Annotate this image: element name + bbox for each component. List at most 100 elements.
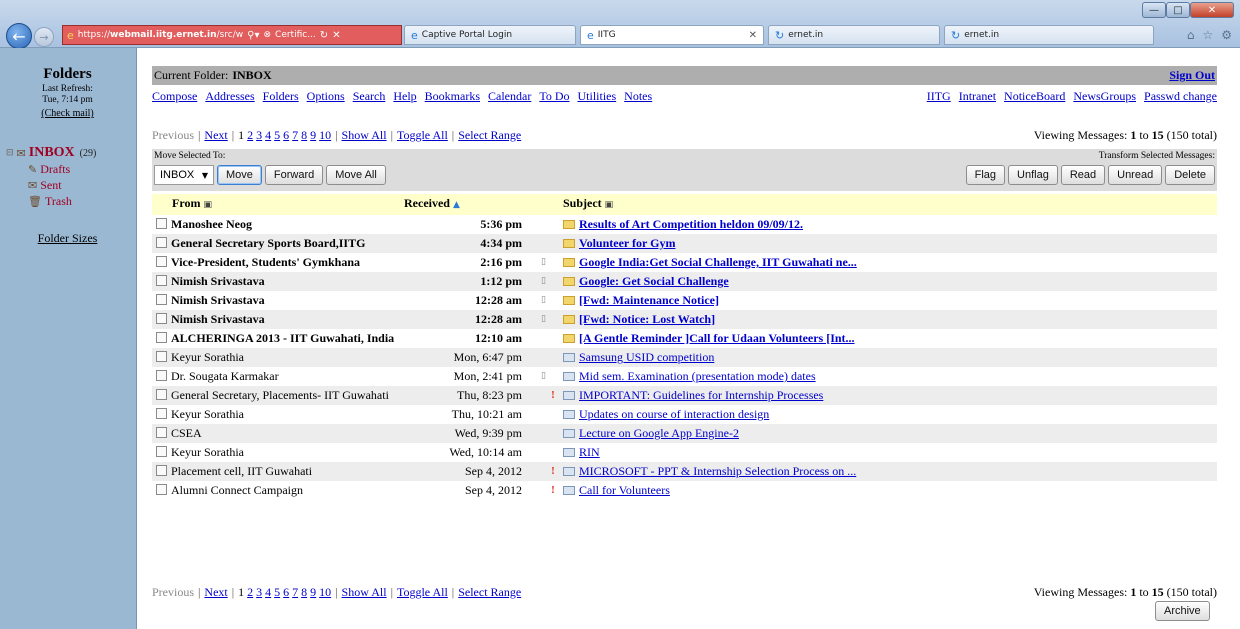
- page-link[interactable]: 2: [247, 128, 253, 143]
- select-checkbox[interactable]: [156, 294, 167, 305]
- page-link[interactable]: 8: [301, 128, 307, 143]
- select-checkbox[interactable]: [156, 351, 167, 362]
- subject-link[interactable]: [Fwd: Maintenance Notice]: [579, 293, 719, 307]
- select-checkbox[interactable]: [156, 218, 167, 229]
- column-received[interactable]: Received ▲: [404, 194, 524, 215]
- table-row[interactable]: Alumni Connect Campaign Sep 4, 2012! Call …: [152, 481, 1217, 500]
- move-all-button[interactable]: Move All: [326, 165, 386, 185]
- next-link[interactable]: Next: [204, 128, 227, 143]
- subject-link[interactable]: RIN: [579, 445, 600, 459]
- select-checkbox[interactable]: [156, 332, 167, 343]
- star-icon[interactable]: ☆: [1202, 28, 1213, 42]
- show-all-link[interactable]: Show All: [342, 128, 387, 143]
- page-link[interactable]: 4: [265, 128, 271, 143]
- maximize-icon[interactable]: □: [1166, 2, 1190, 18]
- page-link[interactable]: 5: [274, 585, 280, 600]
- close-tab-icon[interactable]: ✕: [749, 30, 757, 41]
- unread-button[interactable]: Unread: [1108, 165, 1163, 185]
- folder-inbox[interactable]: ⊟ ✉ INBOX (29): [6, 145, 96, 161]
- menu-notes[interactable]: Notes: [624, 89, 652, 107]
- certificate-error-icon[interactable]: ⊗: [263, 30, 271, 40]
- refresh-icon[interactable]: ↻: [320, 30, 328, 41]
- table-row[interactable]: Keyur Sorathia Mon, 6:47 pm Samsung USID c…: [152, 348, 1217, 367]
- subject-link[interactable]: [A Gentle Reminder ]Call for Udaan Volun…: [579, 331, 855, 345]
- home-icon[interactable]: ⌂: [1187, 28, 1195, 42]
- subject-link[interactable]: Google India:Get Social Challenge, IIT G…: [579, 255, 857, 269]
- sort-icon[interactable]: ▣: [203, 200, 212, 210]
- forward-arrow-icon[interactable]: →: [34, 27, 54, 47]
- back-arrow-icon[interactable]: ←: [6, 23, 32, 49]
- address-bar[interactable]: e https://webmail.iitg.ernet.in/src/w ⚲▾…: [62, 25, 402, 45]
- select-checkbox[interactable]: [156, 370, 167, 381]
- menu-todo[interactable]: To Do: [539, 89, 569, 107]
- move-button[interactable]: Move: [217, 165, 262, 185]
- table-row[interactable]: General Secretary, Placements- IIT Guwah…: [152, 386, 1217, 405]
- column-from[interactable]: From ▣: [152, 194, 404, 215]
- subject-link[interactable]: Updates on course of interaction design: [579, 407, 769, 421]
- menu-utilities[interactable]: Utilities: [578, 89, 617, 107]
- search-icon[interactable]: ⚲▾: [247, 30, 259, 41]
- table-row[interactable]: Nimish Srivastava 12:28 am ▯ [Fwd: Maintena…: [152, 291, 1217, 310]
- select-checkbox[interactable]: [156, 427, 167, 438]
- table-row[interactable]: Keyur Sorathia Wed, 10:14 am RIN: [152, 443, 1217, 462]
- link-noticeboard[interactable]: NoticeBoard: [1004, 89, 1065, 107]
- table-row[interactable]: ALCHERINGA 2013 - IIT Guwahati, India 12:…: [152, 329, 1217, 348]
- close-icon[interactable]: ✕: [1190, 2, 1234, 18]
- menu-options[interactable]: Options: [307, 89, 345, 107]
- subject-link[interactable]: MICROSOFT - PPT & Internship Selection P…: [579, 464, 856, 478]
- table-row[interactable]: General Secretary Sports Board,IITG 4:34 …: [152, 234, 1217, 253]
- link-passwd-change[interactable]: Passwd change: [1144, 89, 1217, 107]
- menu-bookmarks[interactable]: Bookmarks: [425, 89, 480, 107]
- page-link[interactable]: 6: [283, 585, 289, 600]
- archive-button[interactable]: Archive: [1155, 601, 1210, 621]
- page-link[interactable]: 10: [319, 585, 331, 600]
- link-newsgroups[interactable]: NewsGroups: [1073, 89, 1136, 107]
- check-mail-link[interactable]: (Check mail): [0, 108, 135, 119]
- gear-icon[interactable]: ⚙: [1221, 28, 1232, 42]
- flag-button[interactable]: Flag: [965, 165, 1006, 185]
- tab-ernet-1[interactable]: ↻ ernet.in: [768, 25, 940, 45]
- page-link[interactable]: 2: [247, 585, 253, 600]
- menu-addresses[interactable]: Addresses: [205, 89, 254, 107]
- page-link[interactable]: 3: [256, 128, 262, 143]
- select-checkbox[interactable]: [156, 465, 167, 476]
- subject-link[interactable]: Samsung USID competition: [579, 350, 714, 364]
- subject-link[interactable]: [Fwd: Notice: Lost Watch]: [579, 312, 715, 326]
- forward-button[interactable]: Forward: [264, 165, 324, 185]
- folder-sent[interactable]: ✉ Sent: [6, 177, 96, 193]
- tab-iitg[interactable]: e IITG ✕: [580, 25, 764, 45]
- tab-captive-portal[interactable]: e Captive Portal Login: [404, 25, 576, 45]
- folder-sizes-link[interactable]: Folder Sizes: [0, 231, 135, 246]
- collapse-icon[interactable]: ⊟: [6, 148, 14, 158]
- select-checkbox[interactable]: [156, 484, 167, 495]
- page-link[interactable]: 3: [256, 585, 262, 600]
- folder-drafts[interactable]: ✎ Drafts: [6, 161, 96, 177]
- toggle-all-link[interactable]: Toggle All: [397, 128, 448, 143]
- minimize-icon[interactable]: —: [1142, 2, 1166, 18]
- menu-help[interactable]: Help: [393, 89, 416, 107]
- table-row[interactable]: Manoshee Neog 5:36 pm Results of Art Compe…: [152, 215, 1217, 234]
- select-range-link[interactable]: Select Range: [458, 585, 521, 600]
- stop-icon[interactable]: ✕: [332, 30, 340, 41]
- page-link[interactable]: 6: [283, 128, 289, 143]
- toggle-all-link[interactable]: Toggle All: [397, 585, 448, 600]
- link-intranet[interactable]: Intranet: [959, 89, 996, 107]
- table-row[interactable]: CSEA Wed, 9:39 pm Lecture on Google App En…: [152, 424, 1217, 443]
- select-checkbox[interactable]: [156, 313, 167, 324]
- select-range-link[interactable]: Select Range: [458, 128, 521, 143]
- sort-icon[interactable]: ▣: [605, 200, 614, 210]
- select-checkbox[interactable]: [156, 237, 167, 248]
- table-row[interactable]: Vice-President, Students' Gymkhana 2:16 p…: [152, 253, 1217, 272]
- select-checkbox[interactable]: [156, 408, 167, 419]
- certificate-error-label[interactable]: Certific...: [275, 30, 316, 40]
- page-link[interactable]: 10: [319, 128, 331, 143]
- subject-link[interactable]: Volunteer for Gym: [579, 236, 675, 250]
- read-button[interactable]: Read: [1060, 165, 1106, 185]
- table-row[interactable]: Dr. Sougata Karmakar Mon, 2:41 pm ▯ Mid sem…: [152, 367, 1217, 386]
- page-link[interactable]: 7: [292, 128, 298, 143]
- table-row[interactable]: Keyur Sorathia Thu, 10:21 am Updates on co…: [152, 405, 1217, 424]
- menu-compose[interactable]: Compose: [152, 89, 197, 107]
- page-link[interactable]: 8: [301, 585, 307, 600]
- select-checkbox[interactable]: [156, 256, 167, 267]
- link-iitg[interactable]: IITG: [927, 89, 951, 107]
